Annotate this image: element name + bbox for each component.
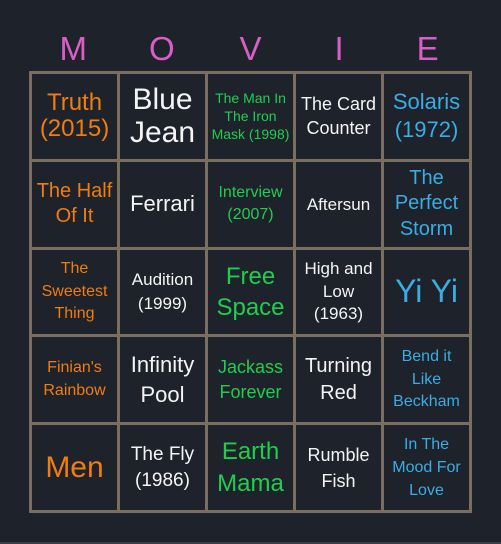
cell-label: Audition (1999)	[131, 270, 194, 313]
header-letter-i: I	[334, 30, 344, 67]
cell-label: The Card Counter	[300, 94, 377, 139]
cell-label: Men	[45, 450, 104, 484]
bingo-cell[interactable]: Blue Jean	[120, 74, 205, 159]
cell-label: The Man In The Iron Mask (1998)	[211, 90, 290, 143]
cell-label: Bend it Like Beckham	[393, 348, 460, 410]
bingo-cell[interactable]: Truth (2015)	[32, 74, 117, 159]
cell-label: Free Space	[216, 262, 285, 321]
cell-label: The Half Of It	[36, 179, 113, 228]
cell-label: Turning Red	[304, 354, 373, 404]
header-letter-m: M	[59, 30, 88, 67]
cell-label: The Sweetest Thing	[41, 260, 108, 323]
cell-label: Finian's Rainbow	[43, 359, 106, 399]
bingo-cell[interactable]: The Man In The Iron Mask (1998)	[208, 74, 293, 159]
bingo-cell[interactable]: Men	[32, 425, 117, 510]
bingo-cell[interactable]: Infinity Pool	[120, 337, 205, 423]
cell-label: In The Mood For Love	[392, 435, 461, 500]
cell-label: Ferrari	[130, 190, 195, 216]
bingo-cell[interactable]: Aftersun	[296, 161, 381, 247]
bingo-cell[interactable]: The Half Of It	[32, 161, 117, 247]
cell-label: The Fly (1986)	[130, 443, 195, 491]
bingo-cell[interactable]: The Card Counter	[296, 74, 381, 159]
header-letter-e: E	[416, 30, 439, 67]
cell-label: The Perfect Storm	[394, 166, 459, 240]
free-space-cell[interactable]: Free Space	[208, 249, 293, 335]
bingo-cell[interactable]: Solaris (1972)	[384, 74, 469, 159]
bingo-cell[interactable]: Rumble Fish	[296, 425, 381, 510]
cell-label: Infinity Pool	[130, 352, 195, 407]
cell-label: Solaris (1972)	[392, 88, 461, 143]
bingo-cell[interactable]: Audition (1999)	[120, 249, 205, 335]
bingo-cell[interactable]: High and Low (1963)	[296, 249, 381, 335]
bingo-cell[interactable]: Jackass Forever	[208, 337, 293, 423]
bingo-cell[interactable]: The Fly (1986)	[120, 425, 205, 510]
bingo-board: Truth (2015) Blue Jean The Man In The Ir…	[29, 71, 472, 513]
bingo-cell[interactable]: The Sweetest Thing	[32, 249, 117, 335]
bingo-cell[interactable]: Interview (2007)	[208, 161, 293, 247]
bingo-cell[interactable]: The Perfect Storm	[384, 161, 469, 247]
cell-label: Earth Mama	[217, 438, 284, 497]
cell-label: Jackass Forever	[217, 356, 284, 402]
bingo-header: M O V I E	[29, 28, 472, 70]
header-letter-o: O	[149, 30, 175, 67]
bingo-cell[interactable]: Bend it Like Beckham	[384, 337, 469, 423]
cell-label: Yi Yi	[395, 273, 458, 310]
cell-label: High and Low (1963)	[304, 258, 373, 324]
bingo-cell[interactable]: Finian's Rainbow	[32, 337, 117, 423]
cell-label: Blue Jean	[129, 82, 196, 150]
bingo-cell[interactable]: In The Mood For Love	[384, 425, 469, 510]
bingo-cell[interactable]: Yi Yi	[384, 249, 469, 335]
header-letter-v: V	[239, 30, 262, 67]
bingo-cell[interactable]: Earth Mama	[208, 425, 293, 510]
cell-label: Interview (2007)	[218, 183, 283, 224]
cell-label: Truth (2015)	[39, 88, 110, 143]
cell-label: Rumble Fish	[307, 444, 370, 491]
bingo-cell[interactable]: Turning Red	[296, 337, 381, 423]
bingo-cell[interactable]: Ferrari	[120, 161, 205, 247]
cell-label: Aftersun	[306, 194, 371, 214]
